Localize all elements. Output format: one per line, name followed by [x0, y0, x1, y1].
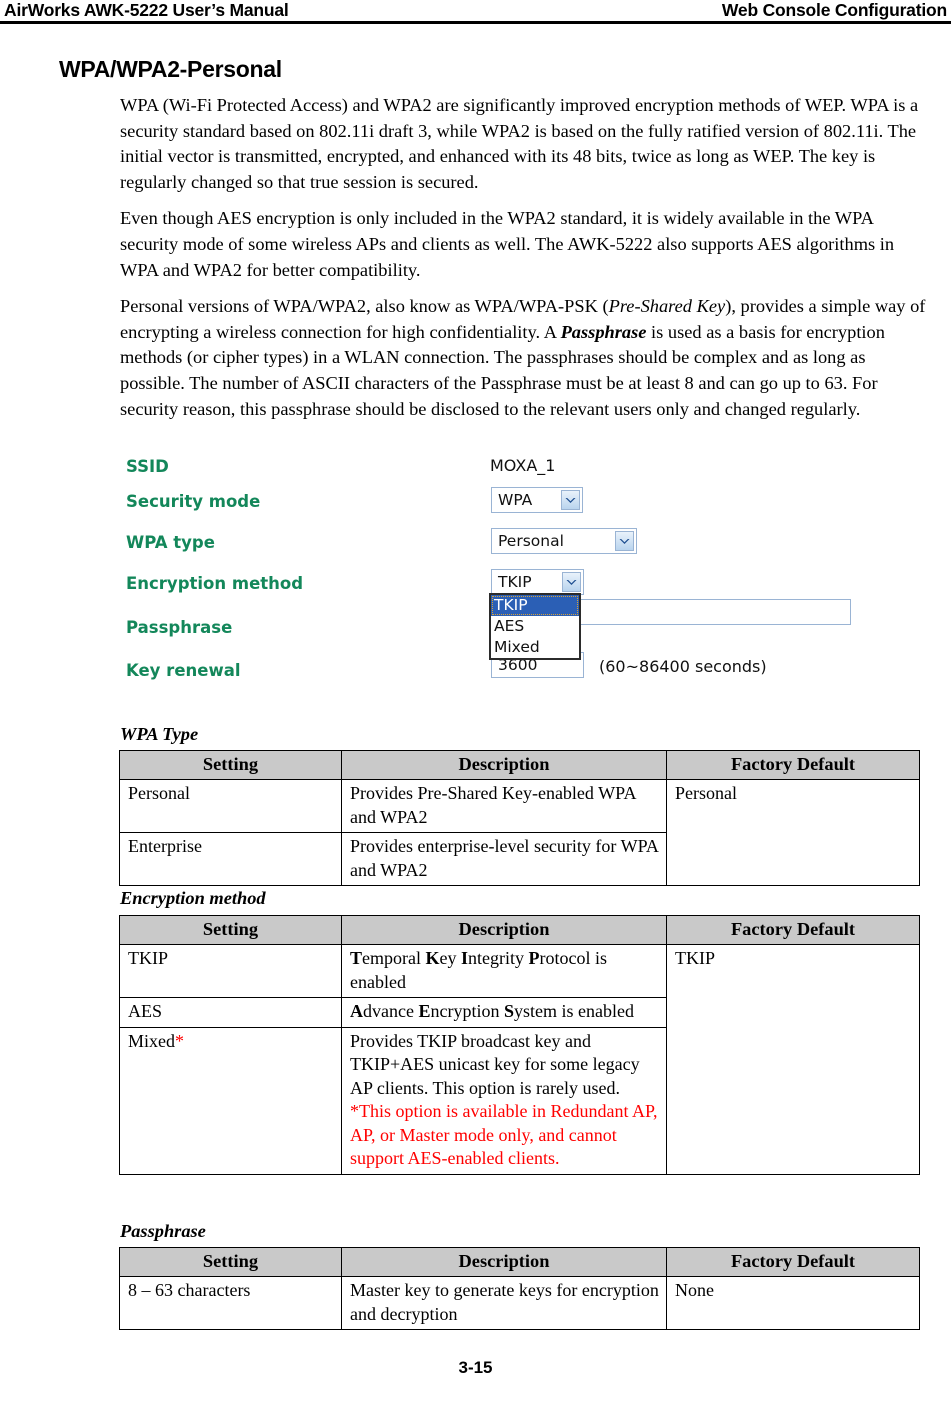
column-header-setting: Setting	[119, 1247, 342, 1277]
column-header-factory-default: Factory Default	[666, 750, 920, 780]
cell-setting: 8 – 63 characters	[119, 1276, 342, 1330]
table-header-row: Setting Description Factory Default	[119, 915, 920, 945]
intro-paragraphs: WPA (Wi-Fi Protected Access) and WPA2 ar…	[120, 93, 930, 433]
table-header-row: Setting Description Factory Default	[119, 1247, 920, 1277]
paragraph-aes-availability: Even though AES encryption is only inclu…	[120, 208, 895, 280]
footer-page-number: 3-15	[458, 1358, 493, 1377]
cell-description-black: Provides TKIP broadcast key and TKIP+AES…	[350, 1030, 640, 1098]
table-caption-wpa-type: WPA Type	[120, 724, 199, 744]
column-header-description: Description	[341, 750, 667, 780]
console-label-wpa-type: WPA type	[126, 533, 215, 552]
cell-factory-default: TKIP	[666, 944, 920, 1175]
table-caption-encryption-method: Encryption method	[120, 888, 266, 908]
column-header-description: Description	[341, 915, 667, 945]
cell-description: Master key to generate keys for encrypti…	[341, 1276, 667, 1330]
p3-part-a: Personal versions of WPA/WPA2, also know…	[120, 296, 609, 317]
cell-factory-default: Personal	[666, 779, 920, 886]
option-tkip[interactable]: TKIP	[491, 595, 579, 616]
chevron-down-icon	[615, 531, 634, 551]
cell-description: Provides Pre-Shared Key-enabled WPA and …	[341, 779, 667, 833]
wpa-type-select[interactable]: Personal	[491, 528, 637, 554]
cell-setting: AES	[119, 997, 342, 1028]
table-encryption-method: Setting Description Factory Default TKIP…	[119, 915, 920, 1175]
console-label-ssid: SSID	[126, 457, 169, 476]
security-mode-select[interactable]: WPA	[491, 487, 583, 513]
option-mixed[interactable]: Mixed	[491, 637, 579, 658]
header-manual-title: AirWorks AWK-5222 User’s Manual	[4, 0, 289, 20]
table-header-row: Setting Description Factory Default	[119, 750, 920, 780]
column-header-setting: Setting	[119, 750, 342, 780]
cell-description: Temporal Key Integrity Protocol is enabl…	[341, 944, 667, 998]
embedded-console-screenshot: SSID Security mode WPA type Encryption m…	[119, 443, 851, 695]
cell-description: Provides TKIP broadcast key and TKIP+AES…	[341, 1026, 667, 1175]
cell-setting: Personal	[119, 779, 342, 833]
p3-bold-italic-passphrase: Passphrase	[560, 321, 647, 342]
cell-description: Provides enterprise-level security for W…	[341, 832, 667, 886]
column-header-setting: Setting	[119, 915, 342, 945]
table-row: Personal Provides Pre-Shared Key-enabled…	[119, 779, 920, 886]
header-chapter-title: Web Console Configuration	[721, 0, 947, 20]
p3-italic-preshared-key: Pre-Shared Key	[608, 296, 726, 317]
page-header: AirWorks AWK-5222 User’s Manual Web Cons…	[0, 0, 951, 24]
wpa-type-select-value: Personal	[498, 532, 564, 550]
cell-setting: TKIP	[119, 944, 342, 998]
encryption-method-select-value: TKIP	[498, 573, 532, 591]
option-aes[interactable]: AES	[491, 616, 579, 637]
column-header-description: Description	[341, 1247, 667, 1277]
key-renewal-range-hint: (60~86400 seconds)	[599, 657, 767, 676]
encryption-method-option-list[interactable]: TKIP AES Mixed	[489, 593, 581, 660]
table-row: TKIP Temporal Key Integrity Protocol is …	[119, 944, 920, 1175]
console-label-key-renewal: Key renewal	[126, 661, 241, 680]
cell-setting: Enterprise	[119, 832, 342, 886]
console-label-security-mode: Security mode	[126, 492, 261, 511]
encryption-method-select[interactable]: TKIP	[491, 569, 584, 595]
cell-description-red-note: *This option is available in Redundant A…	[350, 1101, 658, 1168]
cell-factory-default: None	[666, 1276, 920, 1330]
section-heading: WPA/WPA2-Personal	[59, 56, 282, 82]
chevron-down-icon	[561, 490, 580, 510]
console-label-encryption-method: Encryption method	[126, 574, 304, 593]
column-header-factory-default: Factory Default	[666, 1247, 920, 1277]
console-label-passphrase: Passphrase	[126, 618, 233, 637]
column-header-factory-default: Factory Default	[666, 915, 920, 945]
cell-setting: Mixed*	[119, 1026, 342, 1175]
chevron-down-icon	[562, 572, 581, 592]
table-wpa-type: Setting Description Factory Default Pers…	[119, 750, 920, 886]
cell-description: Advance Encryption System is enabled	[341, 997, 667, 1028]
console-value-ssid: MOXA_1	[490, 456, 556, 475]
table-row: 8 – 63 characters Master key to generate…	[119, 1276, 920, 1330]
security-mode-select-value: WPA	[498, 491, 533, 509]
table-passphrase: Setting Description Factory Default 8 – …	[119, 1247, 920, 1330]
paragraph-personal-versions: Personal versions of WPA/WPA2, also know…	[120, 294, 930, 422]
header-rule	[0, 21, 951, 24]
paragraph-wpa-overview: WPA (Wi-Fi Protected Access) and WPA2 ar…	[120, 95, 919, 192]
table-caption-passphrase: Passphrase	[120, 1221, 206, 1241]
